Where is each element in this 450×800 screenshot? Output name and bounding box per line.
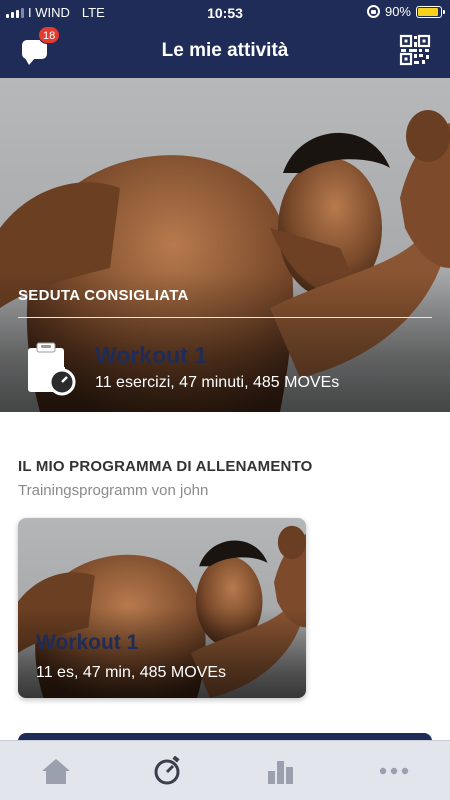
tab-home[interactable] xyxy=(0,741,112,800)
status-bar: I WIND LTE 10:53 90% xyxy=(0,0,450,24)
clipboard-timer-icon xyxy=(28,342,76,396)
tab-workouts[interactable] xyxy=(112,741,224,800)
bar-chart-icon xyxy=(268,761,293,784)
recommended-workout-meta: 11 esercizi, 47 minuti, 485 MOVEs xyxy=(95,374,340,391)
home-icon xyxy=(42,759,70,784)
recommended-session-card[interactable]: SEDUTA CONSIGLIATA Workout 1 11 esercizi… xyxy=(0,78,450,412)
hero-divider xyxy=(18,317,432,318)
program-workout-title: Workout 1 xyxy=(36,631,139,654)
bottom-tab-bar xyxy=(0,740,450,800)
battery-percent: 90% xyxy=(384,4,411,19)
stopwatch-icon xyxy=(154,756,180,785)
tab-more[interactable] xyxy=(338,741,450,800)
more-dots-icon xyxy=(379,767,409,775)
battery-icon xyxy=(416,5,445,18)
tab-statistics[interactable] xyxy=(225,741,337,800)
program-section-title: IL MIO PROGRAMMA DI ALLENAMENTO xyxy=(18,458,313,475)
recommended-workout-title[interactable]: Workout 1 xyxy=(95,342,207,369)
program-workout-meta: 11 es, 47 min, 485 MOVEs xyxy=(36,664,227,681)
rotation-lock-icon xyxy=(366,5,380,18)
qr-code-button[interactable] xyxy=(398,33,432,67)
page-title: Le mie attività xyxy=(161,40,289,61)
program-workout-card[interactable]: Workout 1 11 es, 47 min, 485 MOVEs xyxy=(18,518,306,698)
status-right: 90% xyxy=(366,4,445,19)
top-bar: I WIND LTE 10:53 90% 18 Le mie attività xyxy=(0,0,450,78)
qr-code-icon xyxy=(399,34,431,66)
recommended-section-label: SEDUTA CONSIGLIATA xyxy=(18,287,189,304)
program-subtitle: Trainingsprogramm von john xyxy=(18,482,209,499)
